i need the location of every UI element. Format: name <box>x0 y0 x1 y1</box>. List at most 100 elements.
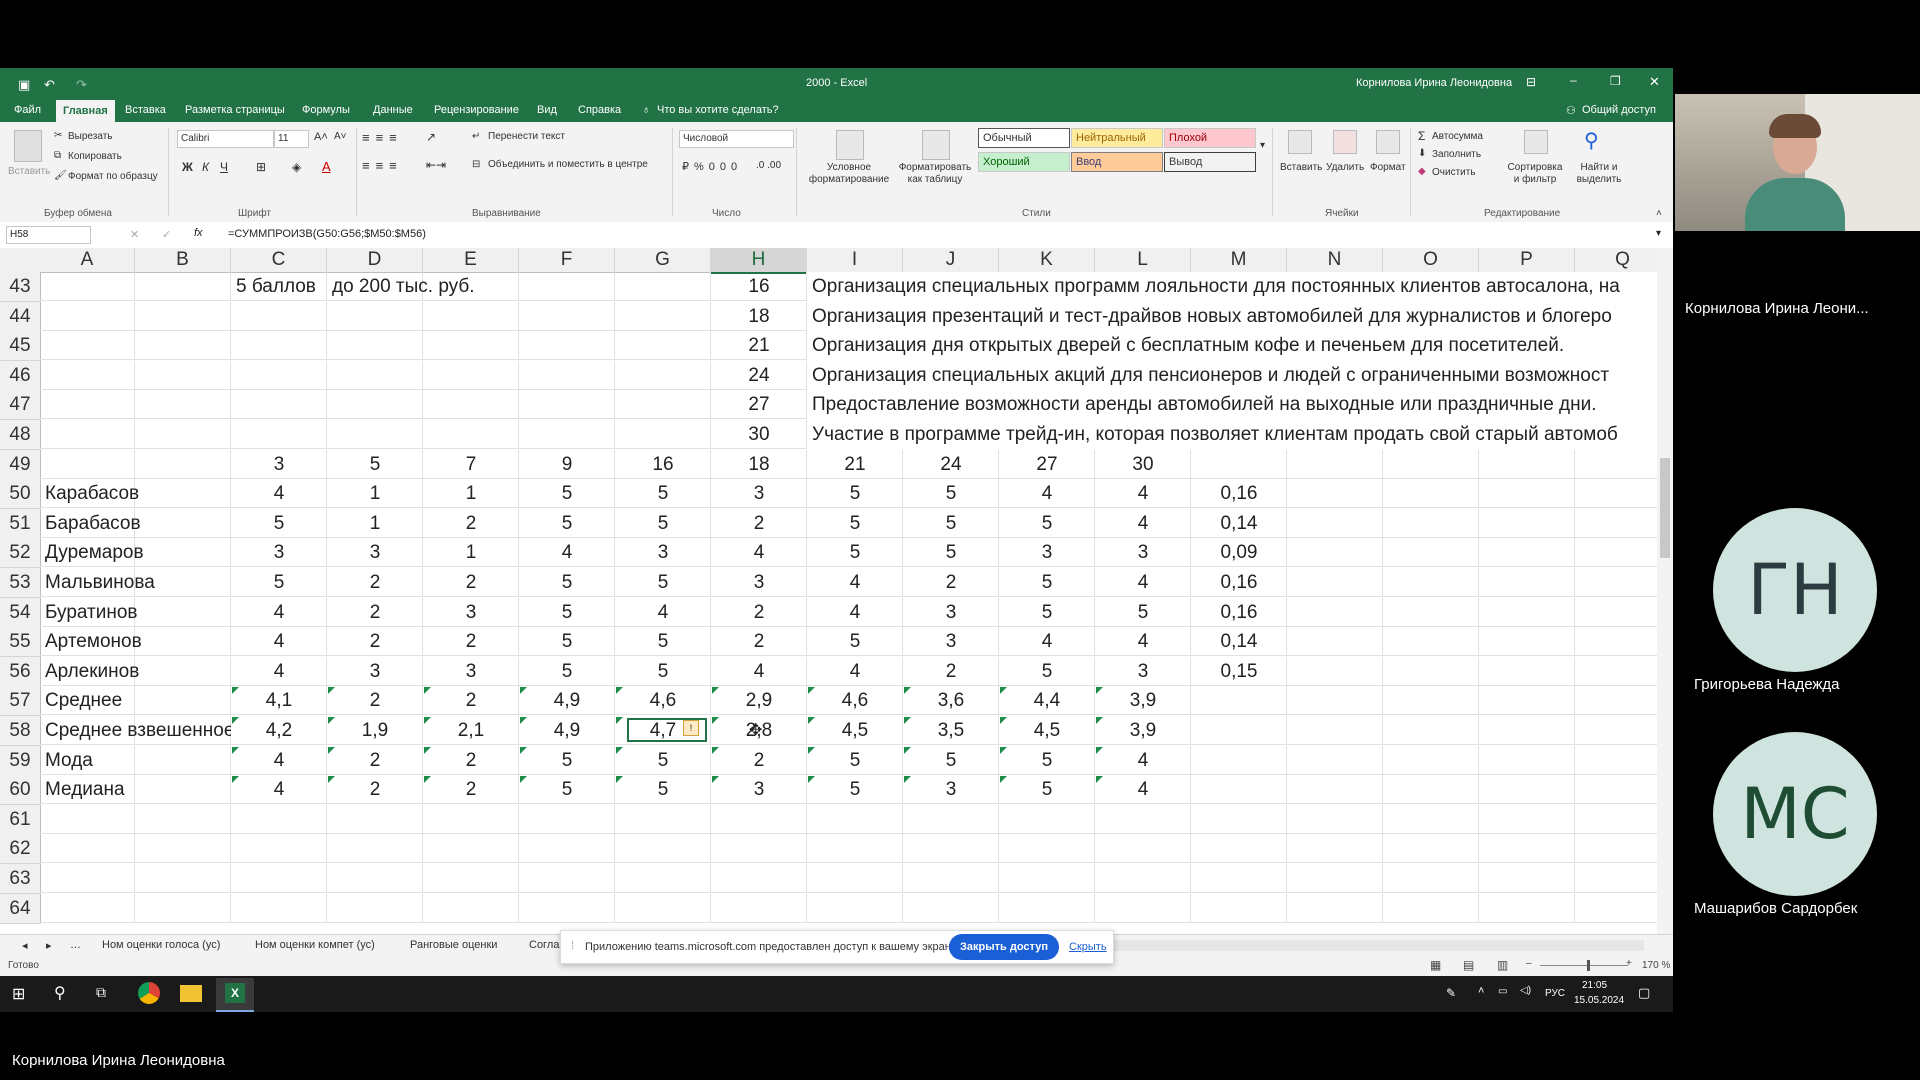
value-cell[interactable] <box>519 272 615 301</box>
cell[interactable] <box>1287 864 1383 893</box>
delete-cells-button[interactable]: Удалить <box>1326 162 1364 173</box>
cell[interactable] <box>231 864 327 893</box>
value-cell[interactable]: 5 <box>519 479 615 508</box>
cell[interactable] <box>615 864 711 893</box>
page-break-view-icon[interactable]: ▥ <box>1497 958 1508 972</box>
value-cell[interactable] <box>231 331 327 360</box>
zoom-slider[interactable] <box>1540 965 1628 966</box>
page-layout-view-icon[interactable]: ▤ <box>1463 958 1474 972</box>
value-cell[interactable]: 5 <box>615 657 711 686</box>
cell[interactable] <box>999 864 1095 893</box>
cell[interactable] <box>615 804 711 834</box>
drag-handle-icon[interactable]: ⁞ <box>571 940 574 952</box>
windows-start-icon[interactable]: ⊞ <box>12 984 25 1004</box>
cell[interactable] <box>327 834 423 864</box>
cell[interactable] <box>1383 864 1479 893</box>
value-cell[interactable]: 5 <box>807 775 903 804</box>
row-label[interactable] <box>40 805 231 834</box>
cell[interactable] <box>711 804 807 834</box>
clock-time[interactable]: 21:05 <box>1582 980 1607 991</box>
chrome-icon[interactable] <box>138 982 160 1004</box>
value-cell[interactable]: 2 <box>423 509 519 538</box>
font-color-icon[interactable]: A <box>322 159 331 174</box>
cell[interactable] <box>1383 538 1479 568</box>
value-cell[interactable]: 5 <box>615 775 711 804</box>
cell[interactable] <box>1287 834 1383 864</box>
borders-icon[interactable]: ⊞ <box>256 160 266 174</box>
cell[interactable] <box>1287 775 1383 805</box>
cell[interactable] <box>1191 449 1287 479</box>
value-cell[interactable]: 5 <box>231 568 327 597</box>
scroll-thumb[interactable] <box>1660 458 1670 558</box>
cell[interactable] <box>807 834 903 864</box>
description-cell[interactable]: Организация специальных акций для пенсио… <box>807 360 1657 390</box>
conditional-formatting-button[interactable]: Условное форматирование <box>806 162 892 186</box>
cell[interactable] <box>519 864 615 893</box>
row-header[interactable]: 51 <box>0 508 41 539</box>
value-cell[interactable]: 3 <box>903 775 999 804</box>
value-cell[interactable]: 1,9 <box>327 716 423 745</box>
value-cell[interactable]: 4,4 <box>999 686 1095 715</box>
cell[interactable] <box>1191 716 1287 745</box>
zoom-out-icon[interactable]: – <box>1526 958 1532 969</box>
row-header[interactable]: 46 <box>0 360 41 391</box>
select-all-corner[interactable] <box>0 248 41 273</box>
value-cell[interactable]: до 200 тыс. руб. <box>327 272 475 301</box>
value-cell[interactable]: 3 <box>903 627 999 656</box>
cell[interactable] <box>1575 894 1657 923</box>
cell[interactable] <box>999 893 1095 923</box>
value-cell[interactable]: 3,6 <box>903 686 999 715</box>
cell[interactable] <box>1479 775 1575 805</box>
cell[interactable] <box>327 864 423 893</box>
value-cell[interactable] <box>519 361 615 390</box>
ribbon-display-icon[interactable]: ⊟ <box>1526 75 1536 89</box>
column-header-f[interactable]: F <box>519 248 615 273</box>
row-label[interactable] <box>40 420 231 449</box>
expand-formula-icon[interactable]: ▾ <box>1656 228 1661 239</box>
value-cell[interactable]: 4 <box>231 746 327 775</box>
style-neutral[interactable]: Нейтральный <box>1071 128 1163 148</box>
paste-icon[interactable] <box>14 130 42 162</box>
cell[interactable] <box>1287 538 1383 568</box>
value-cell[interactable]: 4,6 <box>807 686 903 715</box>
cell[interactable] <box>1191 745 1287 775</box>
value-cell[interactable] <box>615 420 711 449</box>
value-cell[interactable]: 3 <box>327 657 423 686</box>
value-cell[interactable]: 1 <box>423 479 519 508</box>
cell[interactable] <box>1383 745 1479 775</box>
cell[interactable] <box>1479 686 1575 716</box>
bold-icon[interactable]: Ж <box>182 160 193 174</box>
insert-cells-icon[interactable] <box>1288 130 1312 154</box>
row-label[interactable]: Медиана <box>40 775 231 804</box>
value-cell[interactable]: 3 <box>231 450 327 479</box>
value-cell[interactable]: 3,5 <box>903 716 999 745</box>
cell[interactable] <box>903 864 999 893</box>
value-cell[interactable]: 2 <box>423 627 519 656</box>
cell[interactable] <box>1287 597 1383 627</box>
cell[interactable] <box>1575 568 1657 597</box>
value-cell[interactable] <box>519 420 615 449</box>
cell[interactable] <box>1479 597 1575 627</box>
value-cell[interactable]: 5 <box>999 657 1095 686</box>
cell[interactable] <box>903 893 999 923</box>
value-cell[interactable]: 4 <box>1095 509 1191 538</box>
cell[interactable] <box>1383 686 1479 716</box>
value-cell[interactable]: 5 <box>231 509 327 538</box>
value-cell[interactable]: 30 <box>711 420 807 449</box>
cell[interactable] <box>807 804 903 834</box>
style-bad[interactable]: Плохой <box>1164 128 1256 148</box>
network-icon[interactable]: ▭ <box>1498 986 1507 997</box>
column-header-q[interactable]: Q <box>1575 248 1657 273</box>
value-cell[interactable]: 24 <box>711 361 807 390</box>
tab-page-layout[interactable]: Разметка страницы <box>185 104 285 116</box>
row-header[interactable]: 47 <box>0 390 41 421</box>
sort-filter-icon[interactable] <box>1524 130 1548 154</box>
row-label[interactable]: Мода <box>40 746 231 775</box>
cell[interactable] <box>1479 568 1575 597</box>
cell[interactable] <box>1575 657 1657 686</box>
row-header[interactable]: 63 <box>0 864 41 894</box>
row-label[interactable]: Карабасов <box>40 479 231 508</box>
cell[interactable] <box>1383 597 1479 627</box>
value-cell[interactable] <box>231 390 327 419</box>
cancel-icon[interactable]: ✕ <box>130 228 139 241</box>
